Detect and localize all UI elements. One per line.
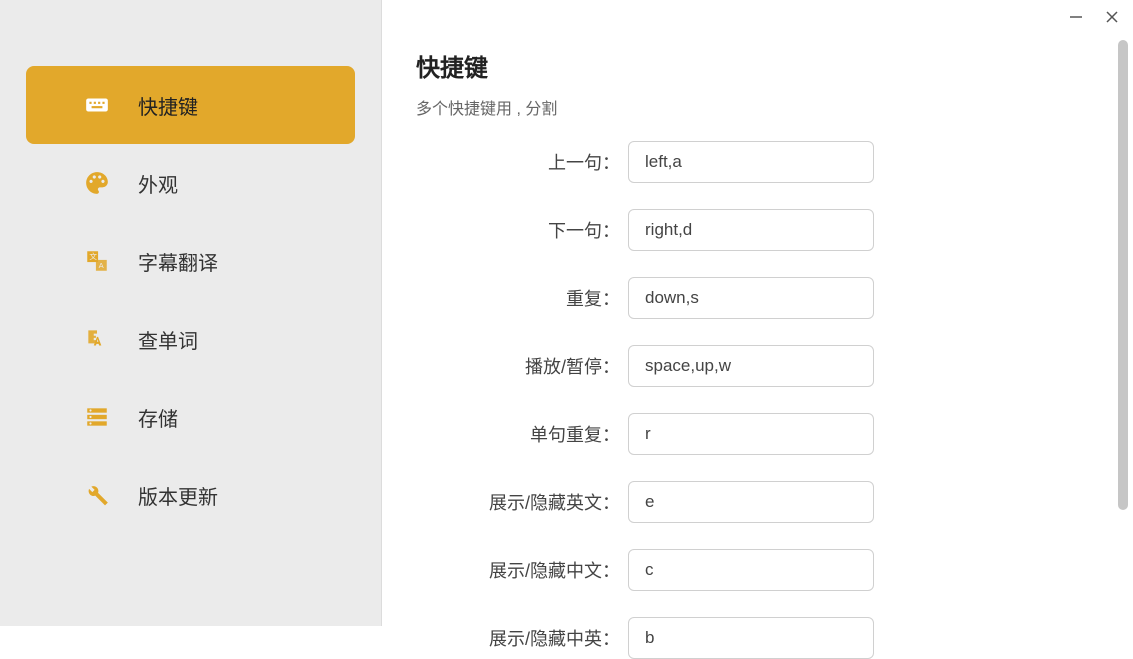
sidebar-item-label: 查单词 (138, 325, 198, 354)
shortcut-input-next[interactable] (628, 209, 874, 251)
shortcut-label: 展示/隐藏英文： (416, 489, 628, 515)
shortcut-label: 重复： (416, 285, 628, 311)
shortcut-row-prev: 上一句： (416, 141, 1133, 183)
translate-icon: 文A (84, 248, 110, 274)
sidebar-item-update[interactable]: 版本更新 (26, 456, 355, 534)
palette-icon (84, 170, 110, 196)
shortcut-row-single-repeat: 单句重复： (416, 413, 1133, 455)
window-controls (1067, 8, 1121, 26)
close-button[interactable] (1103, 8, 1121, 26)
minimize-icon (1069, 10, 1083, 24)
sidebar-item-label: 外观 (138, 169, 178, 198)
shortcut-label: 展示/隐藏中英： (416, 625, 628, 651)
shortcut-input-playpause[interactable] (628, 345, 874, 387)
sidebar-item-shortcuts[interactable]: 快捷键 (26, 66, 355, 144)
close-icon (1105, 10, 1119, 24)
main-content: 快捷键 多个快捷键用 , 分割 上一句： 下一句： 重复： 播放/暂停： 单句重… (382, 0, 1133, 626)
sidebar-item-subtitle-translate[interactable]: 文A 字幕翻译 (26, 222, 355, 300)
shortcut-input-toggle-cn[interactable] (628, 549, 874, 591)
shortcut-row-toggle-both: 展示/隐藏中英： (416, 617, 1133, 659)
shortcut-row-next: 下一句： (416, 209, 1133, 251)
shortcut-label: 下一句： (416, 217, 628, 243)
shortcut-row-toggle-en: 展示/隐藏英文： (416, 481, 1133, 523)
sidebar-item-label: 版本更新 (138, 481, 218, 510)
shortcut-input-repeat[interactable] (628, 277, 874, 319)
shortcut-input-toggle-en[interactable] (628, 481, 874, 523)
svg-text:文: 文 (89, 251, 97, 261)
page-title: 快捷键 (416, 48, 1133, 83)
shortcut-label: 上一句： (416, 149, 628, 175)
sidebar-item-lookup[interactable]: 查单词 (26, 300, 355, 378)
page-subtitle: 多个快捷键用 , 分割 (416, 95, 1133, 119)
sidebar-item-storage[interactable]: 存储 (26, 378, 355, 456)
wrench-icon (84, 482, 110, 508)
shortcut-label: 展示/隐藏中文： (416, 557, 628, 583)
shortcut-row-playpause: 播放/暂停： (416, 345, 1133, 387)
shortcut-label: 播放/暂停： (416, 353, 628, 379)
scrollbar-thumb[interactable] (1118, 40, 1128, 510)
shortcut-row-toggle-cn: 展示/隐藏中文： (416, 549, 1133, 591)
sidebar: 快捷键 外观 文A 字幕翻译 查单词 存储 (0, 0, 382, 626)
shortcut-input-prev[interactable] (628, 141, 874, 183)
shortcut-input-toggle-both[interactable] (628, 617, 874, 659)
shortcut-row-repeat: 重复： (416, 277, 1133, 319)
keyboard-icon (84, 92, 110, 118)
sidebar-item-label: 存储 (138, 403, 178, 432)
sidebar-item-label: 快捷键 (138, 91, 198, 120)
shortcut-input-single-repeat[interactable] (628, 413, 874, 455)
scrollbar[interactable] (1118, 40, 1128, 540)
shortcut-form: 上一句： 下一句： 重复： 播放/暂停： 单句重复： 展示/隐藏英文： (416, 141, 1133, 659)
sidebar-item-label: 字幕翻译 (138, 247, 218, 276)
storage-icon (84, 404, 110, 430)
shortcut-label: 单句重复： (416, 421, 628, 447)
sidebar-item-appearance[interactable]: 外观 (26, 144, 355, 222)
minimize-button[interactable] (1067, 8, 1085, 26)
dictionary-icon (84, 326, 110, 352)
